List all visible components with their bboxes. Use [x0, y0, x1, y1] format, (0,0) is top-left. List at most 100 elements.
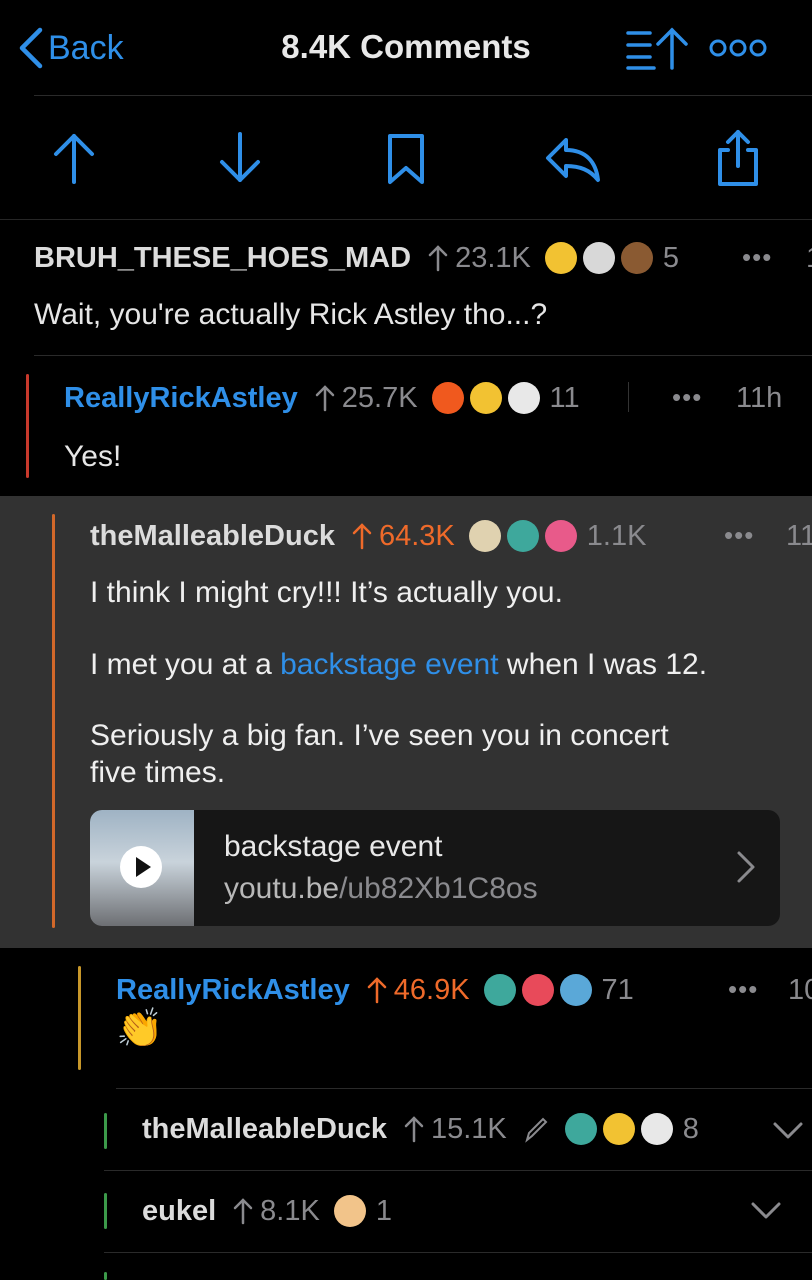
comment-body: Wait, you're actually Rick Astley tho...…	[34, 298, 548, 331]
more-options-button[interactable]	[706, 30, 770, 66]
bookmark-icon	[388, 134, 424, 184]
sort-button[interactable]	[624, 24, 692, 72]
comment-score: 23.1K	[427, 242, 531, 275]
award-icon	[582, 242, 615, 274]
upvote-icon	[404, 1116, 424, 1143]
comment-time: 11h	[736, 382, 783, 414]
comment[interactable]: ReallyRickAstley 46.9K 71 ••• 10 👏	[0, 948, 812, 1088]
comment-collapsed[interactable]: theMalleableDuck 15.1K 8	[0, 1089, 812, 1171]
comment-meta: BRUH_THESE_HOES_MAD 23.1K 5	[34, 238, 679, 278]
chevron-down-icon[interactable]	[750, 1201, 782, 1221]
comment-time: 11	[786, 520, 812, 552]
comment-meta: ReallyRickAstley 46.9K 71	[116, 970, 634, 1010]
award-count: 1.1K	[586, 519, 647, 552]
comment-meta: theMalleableDuck 64.3K 1.1K	[90, 516, 646, 556]
sort-icon	[626, 27, 688, 70]
upvote-icon	[367, 977, 386, 1004]
thread-depth-bar	[78, 966, 81, 1070]
comment-meta: theMalleableDuck 15.1K 8	[142, 1109, 699, 1149]
comment-time: 1	[806, 242, 812, 275]
award-icon	[521, 974, 554, 1006]
award-icon	[333, 1195, 366, 1227]
comment-more-icon[interactable]: •••	[742, 242, 772, 273]
link-preview-card[interactable]: backstage event youtu.be/ub82Xb1C8os	[90, 810, 780, 926]
thread-depth-bar	[104, 1113, 107, 1149]
comment-body: 👏	[116, 1008, 164, 1050]
comment-meta: eukel 8.1K 1	[142, 1191, 392, 1231]
reply-button[interactable]	[540, 126, 604, 190]
edited-pencil-icon	[524, 1117, 548, 1143]
award-icon	[483, 974, 516, 1006]
upvote-icon	[233, 1198, 253, 1225]
save-button[interactable]	[374, 126, 438, 190]
comment-paragraph: Seriously a big fan. I’ve seen you in co…	[90, 719, 669, 752]
comment-more-icon[interactable]: •••	[672, 382, 702, 413]
comment[interactable]: ReallyRickAstley 25.7K 11 ••• 11h Yes!	[0, 356, 812, 496]
more-icon	[709, 39, 767, 57]
comment-score: 8.1K	[232, 1195, 320, 1228]
thread-depth-bar	[104, 1272, 107, 1280]
upvote-icon	[352, 523, 372, 550]
award-icon	[564, 1113, 597, 1145]
divider	[628, 382, 629, 412]
award-icon	[544, 520, 577, 552]
divider	[104, 1252, 812, 1253]
comment-author[interactable]: eukel	[142, 1195, 216, 1228]
comment-highlighted[interactable]: theMalleableDuck 64.3K 1.1K ••• 11 I thi…	[0, 496, 812, 948]
comment-score: 25.7K	[314, 382, 418, 415]
comment-author[interactable]: ReallyRickAstley	[64, 382, 298, 415]
comment-more-icon[interactable]: •••	[724, 520, 754, 551]
award-icon	[640, 1113, 673, 1145]
award-icon	[602, 1113, 635, 1145]
downvote-button[interactable]	[208, 126, 272, 190]
chevron-down-icon[interactable]	[772, 1121, 804, 1141]
comment-body: Yes!	[64, 440, 122, 473]
thread-depth-bar	[52, 514, 55, 928]
comment-paragraph: I think I might cry!!! It’s actually you…	[90, 576, 563, 609]
award-icon	[469, 382, 502, 414]
award-icon	[506, 520, 539, 552]
comment-author[interactable]: theMalleableDuck	[90, 520, 335, 553]
comment-collapsed[interactable]: eukel 8.1K 1	[0, 1171, 812, 1253]
inline-link[interactable]: backstage event	[280, 648, 498, 681]
award-count: 1	[375, 1194, 392, 1227]
upvote-icon	[315, 385, 334, 412]
comment-more-icon[interactable]: •••	[728, 974, 758, 1005]
reply-icon	[546, 138, 600, 182]
post-action-bar	[0, 96, 812, 220]
link-url: youtu.be/ub82Xb1C8os	[224, 872, 538, 905]
award-icon	[620, 242, 653, 274]
award-count: 11	[549, 381, 580, 414]
comment-author[interactable]: ReallyRickAstley	[116, 974, 350, 1007]
thread-depth-bar	[26, 374, 29, 478]
share-icon	[718, 130, 758, 186]
award-count: 71	[601, 973, 634, 1006]
thread-depth-bar	[104, 1193, 107, 1229]
upvote-icon	[54, 134, 94, 184]
upvote-button[interactable]	[42, 126, 106, 190]
video-thumbnail	[90, 810, 194, 926]
award-icon	[559, 974, 592, 1006]
play-icon	[120, 846, 162, 888]
comment-meta: ReallyRickAstley 25.7K 11	[64, 378, 580, 418]
comment[interactable]: BRUH_THESE_HOES_MAD 23.1K 5 ••• 1 Wait, …	[0, 220, 812, 356]
comment-paragraph: I met you at a backstage event when I wa…	[90, 648, 708, 681]
comment-score: 64.3K	[351, 520, 455, 553]
comment-time: 10	[788, 974, 812, 1006]
award-icon	[544, 242, 577, 274]
comment-author[interactable]: BRUH_THESE_HOES_MAD	[34, 242, 411, 275]
award-icon	[507, 382, 540, 414]
award-count: 8	[682, 1112, 699, 1145]
comment-score: 46.9K	[366, 974, 470, 1007]
award-count: 5	[662, 241, 680, 274]
comment-score: 15.1K	[403, 1113, 507, 1146]
share-button[interactable]	[706, 126, 770, 190]
comment-paragraph: five times.	[90, 756, 226, 789]
award-icon	[468, 520, 501, 552]
award-icon	[431, 382, 464, 414]
chevron-right-icon	[737, 851, 755, 883]
downvote-icon	[220, 132, 260, 182]
nav-bar: Back 8.4K Comments	[0, 0, 812, 96]
upvote-icon	[428, 245, 448, 272]
comment-author[interactable]: theMalleableDuck	[142, 1113, 387, 1146]
